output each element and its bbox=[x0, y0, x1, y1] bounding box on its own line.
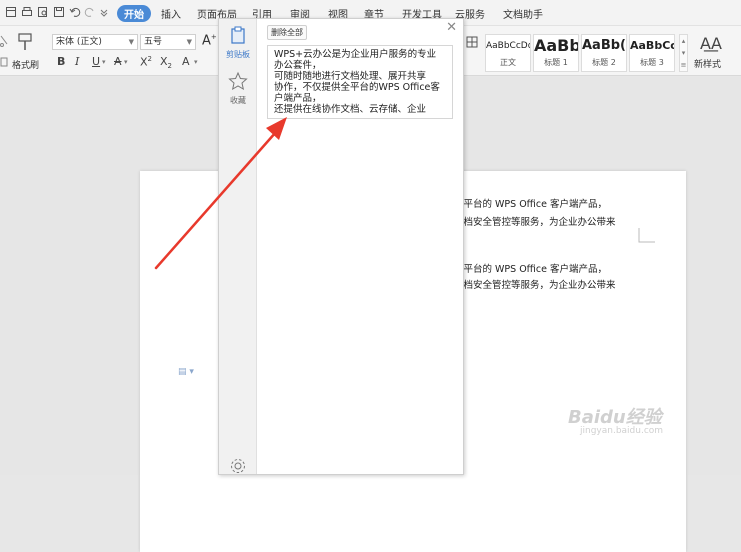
baidu-watermark-url: jingyan.baidu.com bbox=[580, 426, 664, 436]
